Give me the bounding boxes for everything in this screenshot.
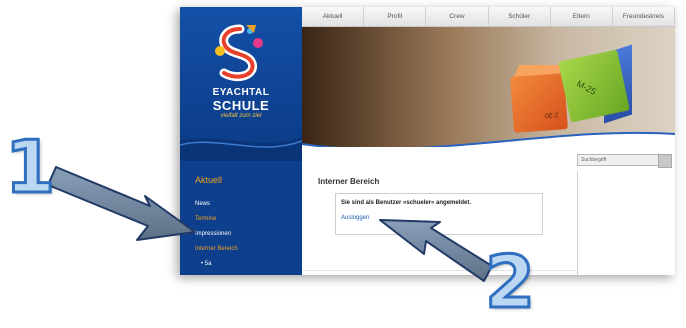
cube-red-label: 2:30 xyxy=(544,110,560,119)
banner-wave-decoration xyxy=(302,131,675,147)
cube-green: M-25 xyxy=(558,49,630,123)
tab-eltern[interactable]: Eltern xyxy=(551,7,613,26)
login-status-box: Sie sind als Benutzer »schueler« angemel… xyxy=(335,193,543,235)
sidebar-item-interner-bereich[interactable]: Interner Bereich xyxy=(195,242,238,257)
sidebar: EYACHTAL SCHULE vielfalt zum ziel Aktuel… xyxy=(180,7,302,275)
sidebar-item-termine[interactable]: Termine xyxy=(195,212,238,227)
logo-tagline: vielfalt zum ziel xyxy=(220,113,262,119)
tab-aktuell[interactable]: Aktuell xyxy=(302,7,365,26)
sidebar-item-impressionen[interactable]: Impressionen xyxy=(195,227,238,242)
search-input[interactable]: Suchbegriff xyxy=(577,154,663,166)
tab-freundeskreis[interactable]: Freundeskreis xyxy=(613,7,675,26)
sidebar-subitem-5a[interactable]: 5a xyxy=(195,257,238,272)
tab-schueler[interactable]: Schüler xyxy=(489,7,551,26)
right-column xyxy=(577,171,674,275)
login-status-message: Sie sind als Benutzer »schueler« angemel… xyxy=(341,200,472,206)
sidebar-subitem-5b[interactable]: 5b xyxy=(195,272,238,275)
tab-profil[interactable]: Profil xyxy=(364,7,427,26)
logout-link[interactable]: Ausloggen xyxy=(341,215,369,221)
sidebar-item-news[interactable]: News xyxy=(195,197,238,212)
cube-green-label: M-25 xyxy=(575,78,598,97)
page-title: Interner Bereich xyxy=(318,177,380,186)
arrow-1-icon xyxy=(47,166,196,241)
header-banner-image: 2:30 M-25 xyxy=(302,27,675,147)
top-navigation: Aktuell Profil Crew Schüler Eltern Freun… xyxy=(302,7,675,27)
step-number-1: 1 xyxy=(3,124,56,211)
school-website: EYACHTAL SCHULE vielfalt zum ziel Aktuel… xyxy=(180,7,675,275)
logo-name-line1: EYACHTAL xyxy=(212,87,270,98)
sidebar-wave-decoration xyxy=(180,137,302,161)
sidebar-nav: News Termine Impressionen Interner Berei… xyxy=(195,197,238,275)
school-logo-icon xyxy=(215,24,263,82)
step-number-2: 2 xyxy=(483,239,536,326)
content-divider xyxy=(302,270,577,271)
search-button[interactable] xyxy=(658,154,672,168)
logo-name-line2: SCHULE xyxy=(212,98,270,113)
tab-crew[interactable]: Crew xyxy=(426,7,489,26)
sidebar-title: Aktuell xyxy=(195,175,223,185)
